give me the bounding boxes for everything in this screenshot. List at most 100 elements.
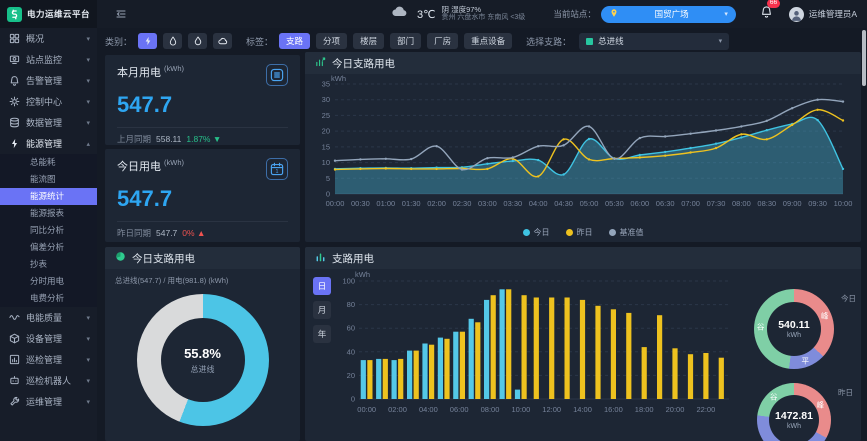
type-button-steam[interactable] bbox=[213, 33, 232, 49]
today-delta: 0% ▲ bbox=[182, 228, 205, 238]
month-card-unit: (kWh) bbox=[164, 64, 184, 73]
svg-text:08:30: 08:30 bbox=[757, 199, 776, 208]
header-right: 3℃ 阴 湿度97% 贵州 六盘水市 东南风 <3级 当前站点： 国贸广场 ▾ bbox=[387, 4, 867, 24]
sidebar-item-alarm-mgmt[interactable]: 告警管理▾ bbox=[0, 70, 97, 91]
tou-today-value: 540.11 bbox=[778, 319, 810, 331]
branch-value: 总进线 bbox=[598, 35, 713, 47]
svg-text:1: 1 bbox=[276, 169, 279, 175]
sidebar-item-station-monitor[interactable]: 站点监控▾ bbox=[0, 49, 97, 70]
sidebar-subitem[interactable]: 能源报表 bbox=[0, 205, 97, 222]
sidebar-item-data-mgmt[interactable]: 数据管理 ▾ bbox=[0, 112, 97, 133]
tag-button[interactable]: 支路 bbox=[279, 33, 310, 49]
type-button-gas[interactable] bbox=[188, 33, 207, 49]
svg-text:20: 20 bbox=[347, 371, 355, 380]
bar-chart: kWh02040608010000:0002:0004:0006:0008:00… bbox=[331, 269, 735, 441]
svg-text:22:00: 22:00 bbox=[697, 405, 716, 414]
type-button-electricity[interactable] bbox=[138, 33, 157, 49]
sidebar-subitem[interactable]: 同比分析 bbox=[0, 222, 97, 239]
svg-text:03:30: 03:30 bbox=[503, 199, 522, 208]
tou-segment-label-谷: 谷 bbox=[757, 321, 765, 332]
app-root: 电力运维云平台 3℃ 阴 湿度97% 贵州 六盘水市 东南风 <3级 当前站点： bbox=[0, 0, 867, 441]
scrollbar-thumb[interactable] bbox=[862, 30, 866, 86]
bolt-icon bbox=[143, 36, 153, 46]
legend-dot bbox=[523, 229, 530, 236]
sidebar-subitem[interactable]: 能源统计 bbox=[0, 188, 97, 205]
branch-usage-bar-card: 支路用电 日月年 kWh02040608010000:0002:0004:000… bbox=[305, 247, 861, 441]
chevron-down-icon: ▾ bbox=[86, 356, 90, 364]
tou-segment-label-峰: 峰 bbox=[817, 399, 825, 410]
tou-donuts: 今日 540.11 kWh 峰平谷 昨日 1472.81 kWh bbox=[735, 269, 853, 441]
sidebar-item-energy-mgmt[interactable]: 能源管理▴ bbox=[0, 133, 97, 154]
sidebar-item-inspection-mgmt[interactable]: 巡检管理▾ bbox=[0, 349, 97, 370]
sidebar-item-label: 巡检机器人 bbox=[26, 374, 80, 387]
trend-chart-icon bbox=[315, 54, 326, 72]
chevron-down-icon: ▾ bbox=[86, 314, 90, 322]
sidebar-collapse-icon[interactable] bbox=[115, 8, 127, 20]
cloud-icon bbox=[387, 4, 411, 24]
tag-button[interactable]: 重点设备 bbox=[464, 33, 512, 49]
weather-widget: 3℃ 阴 湿度97% 贵州 六盘水市 东南风 <3级 bbox=[387, 4, 525, 24]
notifications-button[interactable]: 66 bbox=[760, 5, 773, 23]
tag-button[interactable]: 分项 bbox=[316, 33, 347, 49]
sidebar-subitem[interactable]: 电费分析 bbox=[0, 290, 97, 307]
type-button-water[interactable] bbox=[163, 33, 182, 49]
legend-label: 基准值 bbox=[620, 227, 644, 238]
sidebar-subitem[interactable]: 偏差分析 bbox=[0, 239, 97, 256]
sidebar-item-inspection-robot[interactable]: 巡检机器人▾ bbox=[0, 370, 97, 391]
today-branch-line-card: 今日支路用电 kWh0510152025303500:0000:3001:000… bbox=[305, 52, 861, 242]
trend-down-icon: ▼ bbox=[213, 134, 221, 144]
sidebar-item-control-center[interactable]: 控制中心▾ bbox=[0, 91, 97, 112]
energy-icon bbox=[9, 138, 20, 149]
legend-item-昨日[interactable]: 昨日 bbox=[566, 227, 593, 238]
robot-icon bbox=[9, 375, 20, 386]
chevron-down-icon: ▾ bbox=[719, 37, 723, 45]
svg-text:00:30: 00:30 bbox=[351, 199, 370, 208]
tag-button[interactable]: 部门 bbox=[390, 33, 421, 49]
line-chart: kWh0510152025303500:0000:3001:0001:3002:… bbox=[305, 74, 861, 229]
today-compare-value: 547.7 bbox=[156, 228, 177, 238]
period-button-月[interactable]: 月 bbox=[313, 301, 331, 319]
line-chart-svg: kWh0510152025303500:0000:3001:0001:3002:… bbox=[305, 74, 853, 224]
svg-text:kWh: kWh bbox=[331, 74, 346, 83]
sidebar-item-ops-mgmt[interactable]: 运维管理▾ bbox=[0, 391, 97, 412]
tag-button[interactable]: 厂房 bbox=[427, 33, 458, 49]
tou-donut-yesterday: 1472.81 kWh 峰平谷 bbox=[757, 383, 831, 441]
load-center-label: 总进线 bbox=[191, 364, 215, 375]
sidebar-item-label: 告警管理 bbox=[26, 74, 80, 87]
chevron-down-icon: ▾ bbox=[724, 10, 728, 18]
load-percent: 55.8% bbox=[184, 346, 221, 361]
svg-text:02:00: 02:00 bbox=[427, 199, 446, 208]
legend-item-今日[interactable]: 今日 bbox=[523, 227, 550, 238]
sidebar-item-label: 数据管理 bbox=[26, 116, 80, 129]
db-icon bbox=[9, 117, 20, 128]
svg-text:05:00: 05:00 bbox=[580, 199, 599, 208]
legend-dot bbox=[609, 229, 616, 236]
sidebar-item-label: 运维管理 bbox=[26, 395, 80, 408]
branch-select-label: 选择支路： bbox=[526, 35, 571, 48]
sidebar-item-device-mgmt[interactable]: 设备管理▾ bbox=[0, 328, 97, 349]
station-dropdown[interactable]: 国贸广场 ▾ bbox=[601, 6, 736, 23]
legend-item-基准值[interactable]: 基准值 bbox=[609, 227, 644, 238]
period-button-日[interactable]: 日 bbox=[313, 277, 331, 295]
svg-text:25: 25 bbox=[322, 111, 330, 120]
sidebar-subitem[interactable]: 总能耗 bbox=[0, 154, 97, 171]
legend-label: 今日 bbox=[534, 227, 550, 238]
sidebar-subitem[interactable]: 能流图 bbox=[0, 171, 97, 188]
sidebar-subitem[interactable]: 抄表 bbox=[0, 256, 97, 273]
svg-text:06:00: 06:00 bbox=[450, 405, 469, 414]
branch-dropdown[interactable]: 总进线 ▾ bbox=[579, 33, 729, 50]
tag-button[interactable]: 楼层 bbox=[353, 33, 384, 49]
svg-text:10: 10 bbox=[322, 158, 330, 167]
svg-text:00:00: 00:00 bbox=[357, 405, 376, 414]
chevron-up-icon: ▴ bbox=[86, 140, 90, 148]
sidebar-item-overview[interactable]: 概况▾ bbox=[0, 28, 97, 49]
user-menu[interactable]: 运维管理员A bbox=[789, 7, 857, 22]
tou-yesterday-value: 1472.81 bbox=[775, 410, 813, 422]
svg-text:06:00: 06:00 bbox=[630, 199, 649, 208]
svg-text:07:00: 07:00 bbox=[681, 199, 700, 208]
chevron-down-icon: ▾ bbox=[86, 119, 90, 127]
period-button-年[interactable]: 年 bbox=[313, 325, 331, 343]
sidebar-subitem[interactable]: 分时用电 bbox=[0, 273, 97, 290]
sidebar-item-power-quality[interactable]: 电能质量▾ bbox=[0, 307, 97, 328]
svg-text:10:00: 10:00 bbox=[834, 199, 853, 208]
